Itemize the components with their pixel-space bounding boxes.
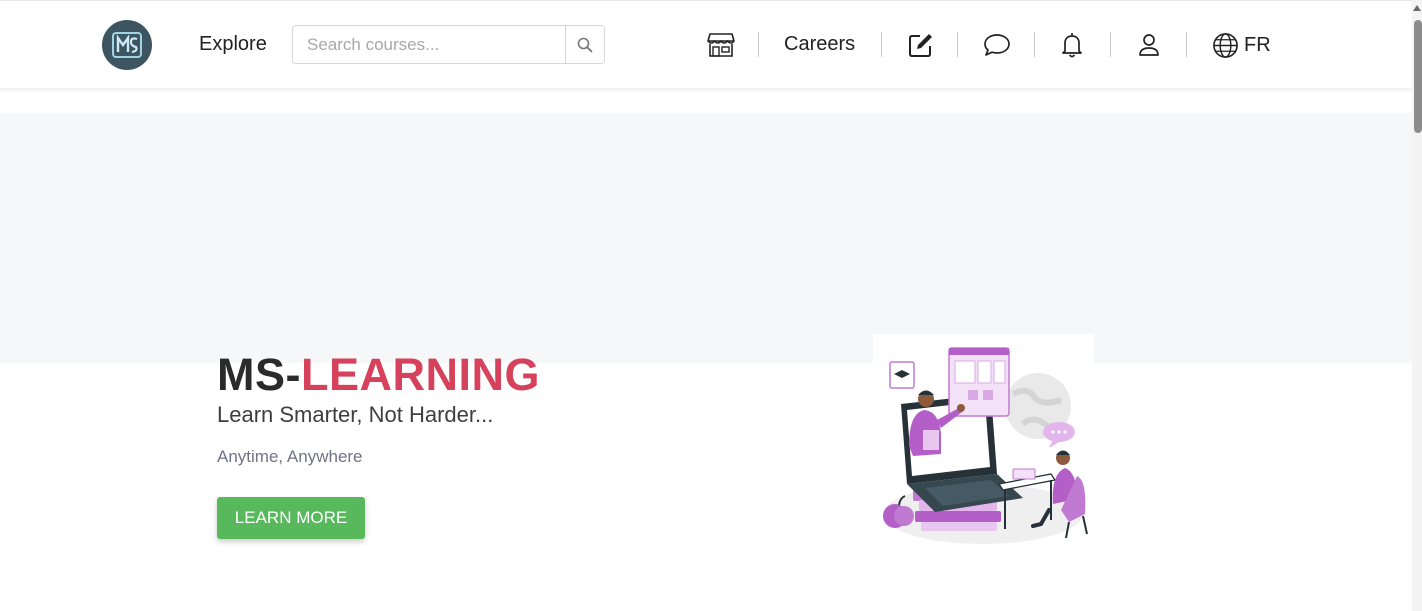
hero-tagline: Anytime, Anywhere — [217, 447, 363, 466]
scrollbar-thumb[interactable] — [1414, 20, 1422, 133]
write-button[interactable] — [907, 29, 934, 61]
nav-divider — [1110, 32, 1111, 57]
scroll-up-arrow-icon[interactable] — [1412, 2, 1422, 14]
account-button[interactable] — [1137, 29, 1161, 61]
search-button[interactable] — [565, 26, 604, 63]
user-icon — [1139, 34, 1159, 56]
notifications-button[interactable] — [1059, 29, 1085, 61]
site-logo[interactable] — [102, 20, 152, 70]
store-icon — [706, 33, 735, 57]
nav-divider — [957, 32, 958, 57]
search-bar — [292, 25, 605, 64]
nav-divider — [1186, 32, 1187, 57]
search-icon — [577, 37, 593, 52]
language-label[interactable]: FR — [1244, 34, 1271, 57]
language-button[interactable] — [1211, 29, 1239, 61]
top-navbar: Explore Careers — [0, 0, 1412, 88]
nav-careers-link[interactable]: Careers — [784, 33, 855, 56]
chat-icon — [983, 34, 1010, 56]
hero-title-highlight: LEARNING — [301, 349, 540, 400]
search-input[interactable] — [293, 26, 565, 63]
nav-divider — [881, 32, 882, 57]
hero-subtitle: Learn Smarter, Not Harder... — [217, 402, 494, 427]
messages-button[interactable] — [982, 29, 1011, 61]
learn-more-button[interactable]: LEARN MORE — [217, 497, 365, 539]
nav-explore-link[interactable]: Explore — [199, 33, 267, 56]
online-learning-illustration — [873, 334, 1094, 548]
edit-icon — [908, 34, 932, 57]
hero-title-prefix: MS- — [217, 349, 301, 400]
ms-learning-logo-icon — [112, 32, 142, 58]
hero-title: MS-LEARNING — [217, 349, 540, 401]
nav-divider — [758, 32, 759, 57]
bell-icon — [1062, 33, 1082, 58]
nav-divider — [1034, 32, 1035, 57]
globe-icon — [1212, 32, 1238, 58]
hero-banner-background — [0, 113, 1412, 363]
store-button[interactable] — [706, 29, 735, 61]
